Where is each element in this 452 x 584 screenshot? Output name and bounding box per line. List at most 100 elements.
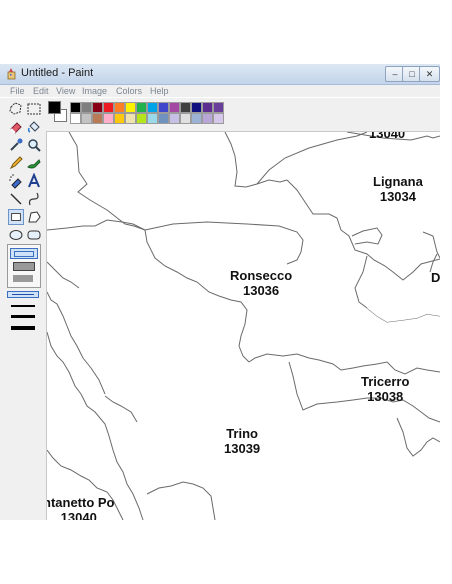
current-colors[interactable]: [48, 101, 68, 123]
label-tricerro-code: 13038: [367, 389, 404, 404]
close-icon: ✕: [425, 69, 434, 79]
tool-rectangle[interactable]: [8, 209, 24, 225]
palette-swatch[interactable]: [81, 113, 92, 124]
tool-ellipse[interactable]: [8, 227, 24, 243]
palette-swatch[interactable]: [103, 102, 114, 113]
label-d: D: [431, 270, 440, 285]
palette-swatch[interactable]: [125, 102, 136, 113]
window-title: Untitled - Paint: [21, 67, 94, 79]
brush-icon: [27, 159, 41, 169]
palette-swatch[interactable]: [202, 113, 213, 124]
palette-swatch[interactable]: [169, 113, 180, 124]
palette-swatch[interactable]: [213, 113, 224, 124]
tool-line[interactable]: [8, 191, 24, 207]
palette-swatch[interactable]: [191, 113, 202, 124]
palette-swatch[interactable]: [70, 102, 81, 113]
line-width-options: [7, 291, 39, 341]
eraser-icon: [10, 122, 22, 134]
palette-swatch[interactable]: [213, 102, 224, 113]
menu-image[interactable]: Image: [82, 85, 107, 97]
drawing-canvas[interactable]: 13040 Lignana 13034 Ronsecco 13036 D Tri…: [47, 132, 440, 520]
tool-pencil[interactable]: [8, 155, 24, 171]
palette-swatch[interactable]: [191, 102, 202, 113]
label-ronsecco-code: 13036: [242, 283, 280, 298]
palette-swatch[interactable]: [147, 102, 158, 113]
fill-style-outline-fill[interactable]: [13, 262, 35, 271]
menu-file[interactable]: File: [10, 85, 25, 97]
boundary-center-north: [224, 132, 288, 188]
palette-swatch[interactable]: [180, 113, 191, 124]
fill-style-fill[interactable]: [13, 275, 33, 282]
palette-swatch[interactable]: [180, 102, 191, 113]
palette-swatch[interactable]: [92, 102, 103, 113]
boundary-top-left: [68, 132, 146, 231]
menu-view[interactable]: View: [56, 85, 75, 97]
title-bar[interactable]: Untitled - Paint – □ ✕: [0, 64, 440, 85]
free-form-select-icon: [9, 102, 22, 115]
color-palette: [46, 98, 440, 132]
menu-bar: File Edit View Image Colors Help: [0, 85, 440, 97]
minimize-icon: –: [392, 69, 398, 79]
palette-swatch[interactable]: [103, 113, 114, 124]
palette-swatch[interactable]: [147, 113, 158, 124]
boundary-inner-b: [82, 357, 106, 395]
label-lignana-code: 13034: [379, 189, 416, 204]
tool-airbrush[interactable]: [8, 173, 24, 189]
label-fontanetto-name: ntanetto Po: [47, 495, 115, 510]
menu-colors[interactable]: Colors: [116, 85, 142, 97]
palette-swatch[interactable]: [114, 113, 125, 124]
palette-swatch[interactable]: [158, 113, 169, 124]
missing-area: [367, 302, 440, 322]
tool-select[interactable]: [26, 101, 42, 117]
tool-color-picker[interactable]: [8, 137, 24, 153]
palette-swatch[interactable]: [169, 102, 180, 113]
tool-fill[interactable]: [26, 119, 42, 135]
fill-style-outline[interactable]: [10, 248, 38, 259]
tool-rounded-rectangle[interactable]: [26, 227, 42, 243]
tool-eraser[interactable]: [8, 119, 24, 135]
label-ronsecco-name: Ronsecco: [230, 268, 293, 283]
tool-curve[interactable]: [26, 191, 42, 207]
label-tricerro: Tricerro 13038: [361, 374, 409, 404]
pencil-icon: [9, 156, 23, 170]
airbrush-icon: [9, 174, 22, 189]
close-button[interactable]: ✕: [419, 66, 440, 82]
screen-edge: [440, 64, 452, 520]
palette-swatch[interactable]: [92, 113, 103, 124]
label-d-name: D: [431, 270, 440, 285]
line-width-1[interactable]: [7, 291, 39, 298]
rounded-rectangle-icon: [27, 230, 41, 240]
line-width-2[interactable]: [11, 305, 35, 307]
tool-free-form-select[interactable]: [8, 101, 24, 117]
palette-swatch[interactable]: [125, 113, 136, 124]
palette-swatch[interactable]: [202, 102, 213, 113]
label-top: 13040: [369, 132, 405, 141]
palette-swatch[interactable]: [136, 102, 147, 113]
label-trino-code: 13039: [224, 441, 261, 456]
boundary-lignana-top: [256, 132, 368, 185]
line-icon: [10, 193, 22, 205]
maximize-icon: □: [409, 69, 415, 79]
text-icon: [28, 173, 40, 188]
line-width-4[interactable]: [11, 326, 35, 330]
palette-swatch[interactable]: [70, 113, 81, 124]
line-width-3[interactable]: [11, 315, 35, 318]
ellipse-icon: [9, 230, 23, 240]
boundary-small-notch: [351, 227, 383, 245]
fill-bucket-icon: [27, 121, 40, 133]
tool-text[interactable]: [26, 173, 42, 189]
palette-swatch[interactable]: [81, 102, 92, 113]
label-fontanetto-code: 13040: [60, 510, 97, 520]
palette-swatch[interactable]: [136, 113, 147, 124]
color-picker-icon: [10, 138, 23, 151]
label-top-code: 13040: [369, 132, 406, 141]
tool-brush[interactable]: [26, 155, 42, 171]
menu-edit[interactable]: Edit: [33, 85, 49, 97]
palette-swatch[interactable]: [114, 102, 125, 113]
menu-help[interactable]: Help: [150, 85, 169, 97]
foreground-color[interactable]: [48, 101, 61, 114]
tool-polygon[interactable]: [26, 209, 42, 225]
rectangle-icon: [11, 213, 21, 221]
palette-swatch[interactable]: [158, 102, 169, 113]
tool-magnifier[interactable]: [26, 137, 42, 153]
